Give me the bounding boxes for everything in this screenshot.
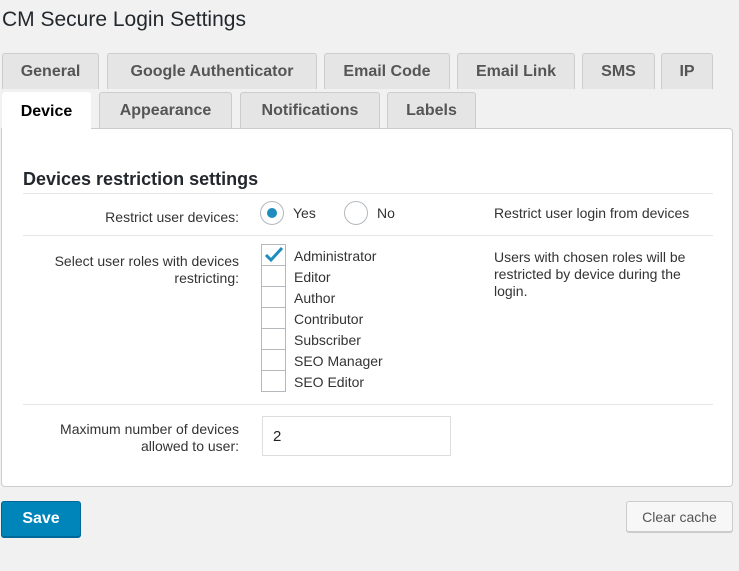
- role-label: Author: [294, 290, 336, 306]
- role-label: Editor: [294, 269, 331, 285]
- role-label: Contributor: [294, 311, 364, 327]
- role-label: Subscriber: [294, 332, 361, 348]
- radio-yes[interactable]: [260, 201, 284, 225]
- role-label: SEO Editor: [294, 374, 365, 390]
- tab-device[interactable]: Device: [2, 92, 91, 130]
- divider: [23, 404, 713, 405]
- section-title: Devices restriction settings: [23, 169, 259, 189]
- role-label: Administrator: [294, 248, 377, 264]
- tab-ip[interactable]: IP: [661, 53, 713, 89]
- tab-email-code[interactable]: Email Code: [324, 53, 450, 89]
- checkbox-contributor[interactable]: [261, 307, 286, 329]
- radio-yes-label: Yes: [293, 205, 316, 221]
- tab-sms[interactable]: SMS: [582, 53, 655, 89]
- checkbox-seo-manager[interactable]: [261, 349, 286, 371]
- restrict-devices-help: Restrict user login from devices: [494, 205, 690, 221]
- tab-google-authenticator[interactable]: Google Authenticator: [107, 53, 317, 89]
- tab-email-link[interactable]: Email Link: [457, 53, 575, 89]
- radio-no-label: No: [377, 205, 395, 221]
- checkbox-administrator[interactable]: [261, 244, 286, 266]
- tab-labels[interactable]: Labels: [387, 92, 476, 128]
- roles-help: Users with chosen roles will be restrict…: [494, 249, 686, 299]
- roles-label: Select user roles with devices restricti…: [54, 253, 239, 286]
- max-devices-label: Maximum number of devices allowed to use…: [60, 421, 239, 454]
- radio-no[interactable]: [344, 201, 368, 225]
- max-devices-input[interactable]: [262, 416, 451, 456]
- checkbox-author[interactable]: [261, 286, 286, 308]
- checkbox-subscriber[interactable]: [261, 328, 286, 350]
- tab-general[interactable]: General: [2, 53, 99, 89]
- divider: [23, 235, 713, 236]
- tab-appearance[interactable]: Appearance: [99, 92, 232, 128]
- checkmark-icon: [264, 246, 284, 263]
- checkbox-editor[interactable]: [261, 265, 286, 287]
- save-button[interactable]: Save: [1, 501, 81, 537]
- page-title: CM Secure Login Settings: [2, 8, 246, 31]
- settings-panel: Devices restriction settings Restrict us…: [1, 128, 733, 487]
- clear-cache-button[interactable]: Clear cache: [626, 501, 733, 532]
- divider: [23, 193, 713, 194]
- checkbox-seo-editor[interactable]: [261, 370, 286, 392]
- role-label: SEO Manager: [294, 353, 383, 369]
- tab-notifications[interactable]: Notifications: [240, 92, 380, 128]
- restrict-devices-label: Restrict user devices:: [105, 209, 239, 225]
